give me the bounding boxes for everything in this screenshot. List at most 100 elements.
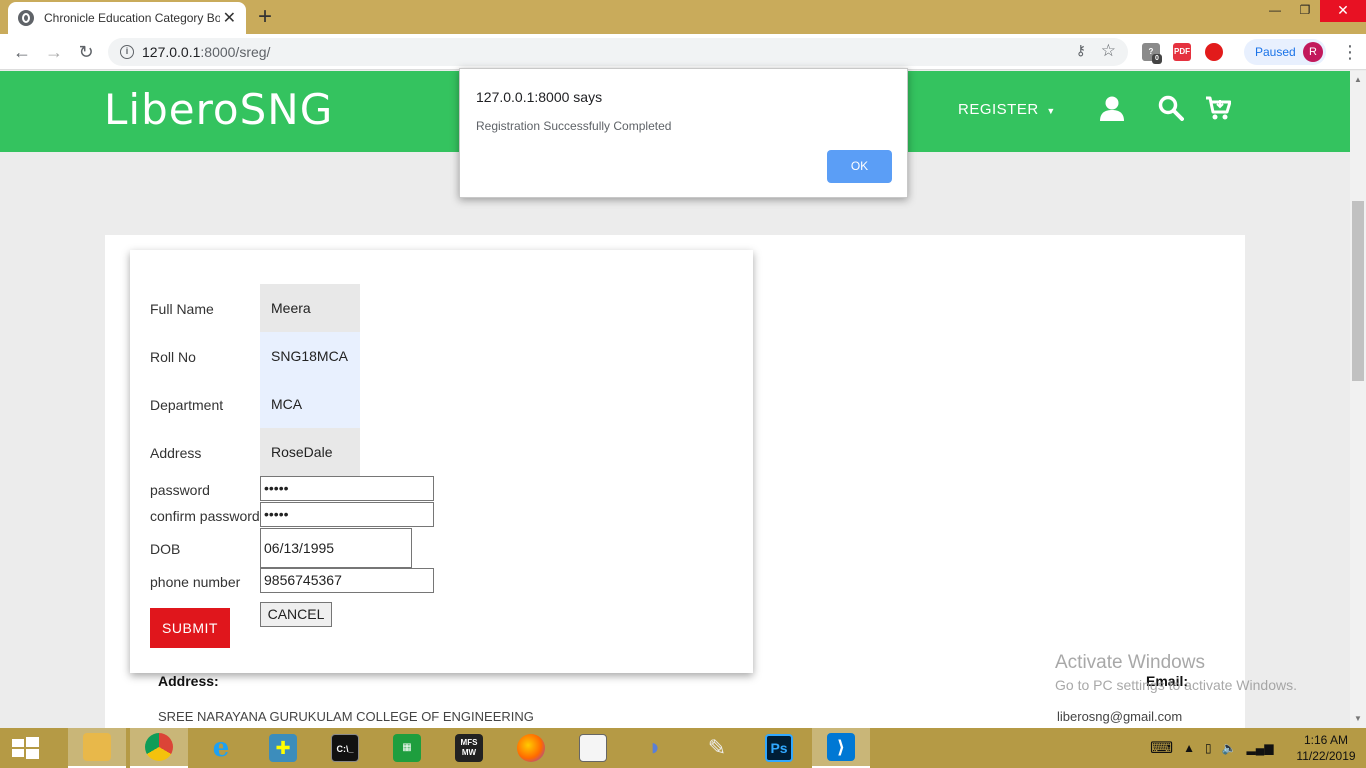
footer-address-text: SREE NARAYANA GURUKULAM COLLEGE OF ENGIN… bbox=[158, 709, 534, 724]
new-tab-icon[interactable]: + bbox=[258, 3, 272, 31]
fullname-input[interactable]: Meera bbox=[260, 284, 360, 332]
avatar: R bbox=[1303, 42, 1323, 62]
cancel-button[interactable]: CANCEL bbox=[260, 602, 332, 627]
taskbar-photoshop[interactable]: Ps bbox=[750, 728, 808, 768]
page-scrollbar[interactable]: ▲ ▼ bbox=[1350, 71, 1366, 728]
taskbar-mfs-mw[interactable]: MFS MW bbox=[440, 728, 498, 768]
department-label: Department bbox=[150, 397, 224, 413]
department-input[interactable]: MCA bbox=[260, 380, 360, 428]
internet-explorer-icon: e bbox=[212, 733, 230, 763]
profile-paused-button[interactable]: Paused R bbox=[1244, 39, 1326, 65]
cart-icon[interactable] bbox=[1205, 95, 1231, 121]
network-icon[interactable]: ▂▄▆ bbox=[1247, 741, 1274, 755]
taskbar-app-installer[interactable]: ✚ bbox=[254, 728, 312, 768]
dolphin-icon: ◗ bbox=[647, 734, 663, 761]
browser-toolbar: ← → ↻ i 127.0.0.1:8000/sreg/ ⚷ ☆ ? 0 PDF… bbox=[0, 34, 1366, 70]
bookmark-star-icon[interactable]: ☆ bbox=[1101, 41, 1116, 61]
tab-strip: Chronicle Education Category Bo ✕ + — ❐ … bbox=[0, 0, 1366, 34]
scroll-down-icon[interactable]: ▼ bbox=[1354, 714, 1362, 723]
url-path: :8000/sreg/ bbox=[200, 44, 271, 60]
rollno-input[interactable]: SNG18MCA bbox=[260, 332, 360, 380]
folder-icon bbox=[83, 733, 111, 761]
rollno-label: Roll No bbox=[150, 349, 196, 365]
window-controls: — ❐ ✕ bbox=[1260, 0, 1366, 22]
footer-email-link[interactable]: liberosng@gmail.com bbox=[1057, 709, 1182, 724]
terminal-icon: C:\_ bbox=[331, 734, 359, 762]
taskbar-file-explorer[interactable] bbox=[68, 728, 126, 768]
pdf-extension-icon[interactable]: PDF bbox=[1173, 43, 1191, 61]
confirm-password-label: confirm password bbox=[150, 508, 260, 524]
extension-badge: 0 bbox=[1152, 54, 1162, 64]
plus-package-icon: ✚ bbox=[269, 734, 297, 762]
tab-title: Chronicle Education Category Bo bbox=[44, 11, 220, 25]
password-input[interactable]: ••••• bbox=[260, 476, 434, 501]
wrench-icon: ✎ bbox=[707, 735, 727, 760]
fullname-label: Full Name bbox=[150, 301, 214, 317]
clock-time: 1:16 AM bbox=[1303, 733, 1349, 747]
taskbar-vscode[interactable]: ⟩ bbox=[812, 728, 870, 768]
site-logo[interactable]: LiberoSNG bbox=[104, 85, 333, 134]
battery-icon[interactable]: ▯ bbox=[1205, 741, 1212, 755]
back-icon[interactable]: ← bbox=[8, 38, 36, 66]
nav-register-label: REGISTER bbox=[958, 101, 1039, 118]
system-tray: ⌨ ▲ ▯ 🔈 ▂▄▆ bbox=[1150, 728, 1274, 768]
clock-date: 11/22/2019 bbox=[1296, 749, 1356, 763]
dob-input[interactable]: 06/13/1995 bbox=[260, 528, 412, 568]
browser-menu-icon[interactable]: ⋮ bbox=[1340, 38, 1360, 66]
alert-title: 127.0.0.1:8000 says bbox=[476, 89, 603, 105]
keyboard-icon[interactable]: ⌨ bbox=[1150, 738, 1173, 758]
taskbar-document-viewer[interactable] bbox=[564, 728, 622, 768]
alert-ok-button[interactable]: OK bbox=[827, 150, 892, 183]
caret-down-icon: ▼ bbox=[1046, 106, 1056, 116]
close-tab-icon[interactable]: ✕ bbox=[223, 8, 236, 28]
user-icon[interactable] bbox=[1099, 95, 1125, 121]
reload-icon[interactable]: ↻ bbox=[72, 38, 100, 66]
activate-windows-title: Activate Windows bbox=[1055, 652, 1205, 673]
taskbar-firefox[interactable] bbox=[502, 728, 560, 768]
vscode-icon: ⟩ bbox=[827, 733, 855, 761]
taskbar-command-prompt[interactable]: C:\_ bbox=[316, 728, 374, 768]
minimize-icon[interactable]: — bbox=[1260, 0, 1290, 22]
browser-tab[interactable]: Chronicle Education Category Bo ✕ bbox=[8, 2, 246, 34]
document-icon bbox=[579, 734, 607, 762]
profile-status: Paused bbox=[1255, 45, 1296, 59]
key-icon[interactable]: ⚷ bbox=[1076, 42, 1086, 59]
scroll-up-icon[interactable]: ▲ bbox=[1354, 75, 1362, 84]
volume-icon[interactable]: 🔈 bbox=[1222, 741, 1237, 755]
pdf-tool-extension-icon[interactable] bbox=[1205, 43, 1223, 61]
photoshop-icon: Ps bbox=[765, 734, 793, 762]
dob-label: DOB bbox=[150, 541, 181, 557]
activate-windows-subtitle: Go to PC settings to activate Windows. bbox=[1055, 677, 1297, 693]
tray-expand-icon[interactable]: ▲ bbox=[1183, 741, 1195, 755]
windows-taskbar: e ✚ C:\_ ▦ MFS MW ◗ ✎ Ps ⟩ ⌨ ▲ ▯ 🔈 ▂▄▆ 1… bbox=[0, 728, 1366, 768]
close-window-icon[interactable]: ✕ bbox=[1320, 0, 1366, 22]
address-bar[interactable]: i 127.0.0.1:8000/sreg/ ⚷ ☆ bbox=[108, 38, 1128, 66]
url-host: 127.0.0.1 bbox=[142, 44, 201, 60]
phone-input[interactable]: 9856745367 bbox=[260, 568, 434, 593]
taskbar-store[interactable]: ▦ bbox=[378, 728, 436, 768]
taskbar-tools[interactable]: ✎ bbox=[688, 728, 746, 768]
mfs-mw-icon: MFS MW bbox=[455, 734, 483, 762]
taskbar-internet-explorer[interactable]: e bbox=[192, 728, 250, 768]
submit-button[interactable]: SUBMIT bbox=[150, 608, 230, 648]
taskbar-dolphin-app[interactable]: ◗ bbox=[626, 728, 684, 768]
store-icon: ▦ bbox=[393, 734, 421, 762]
restore-icon[interactable]: ❐ bbox=[1290, 0, 1320, 22]
globe-icon bbox=[18, 10, 34, 26]
firefox-icon bbox=[517, 734, 545, 762]
taskbar-clock[interactable]: 1:16 AM 11/22/2019 bbox=[1292, 732, 1360, 764]
address-input[interactable]: RoseDale bbox=[260, 428, 360, 476]
nav-register-dropdown[interactable]: REGISTER ▼ bbox=[958, 101, 1056, 118]
address-label: Address bbox=[150, 445, 202, 461]
taskbar-chrome[interactable] bbox=[130, 728, 188, 768]
info-icon[interactable]: i bbox=[120, 45, 134, 59]
scroll-thumb[interactable] bbox=[1352, 201, 1364, 381]
phone-label: phone number bbox=[150, 574, 241, 590]
confirm-password-input[interactable]: ••••• bbox=[260, 502, 434, 527]
registration-form: Full Name Meera Roll No SNG18MCA Departm… bbox=[130, 250, 753, 673]
windows-start-icon[interactable] bbox=[0, 728, 50, 768]
footer-address-title: Address: bbox=[158, 673, 219, 689]
search-icon[interactable] bbox=[1158, 95, 1184, 121]
password-label: password bbox=[150, 482, 210, 498]
forward-icon[interactable]: → bbox=[40, 38, 68, 66]
